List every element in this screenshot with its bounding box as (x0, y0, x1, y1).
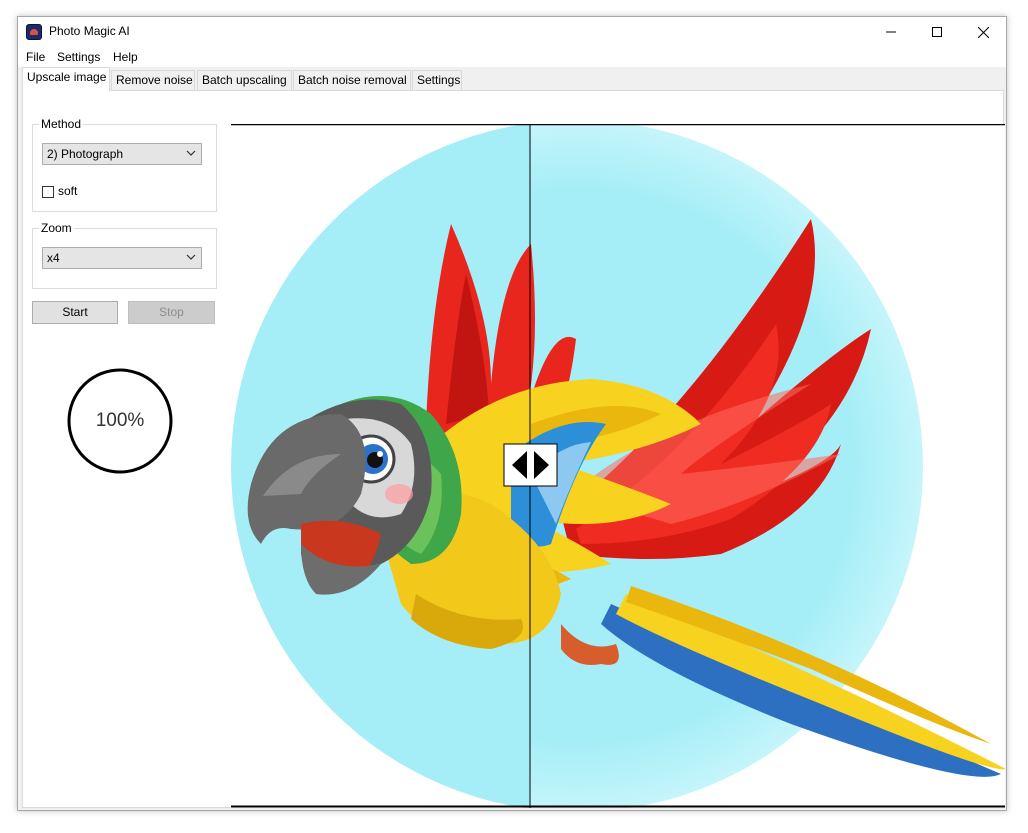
soft-checkbox-label[interactable]: soft (58, 184, 77, 198)
method-legend: Method (39, 117, 84, 131)
zoom-groupbox: Zoom x4 (32, 221, 217, 289)
zoom-legend: Zoom (39, 221, 74, 235)
chevron-down-icon (186, 254, 196, 260)
method-groupbox: Method 2) Photograph soft (32, 117, 217, 212)
menu-file[interactable]: File (26, 50, 45, 64)
minimize-button[interactable] (868, 17, 914, 47)
window-title: Photo Magic AI (49, 24, 130, 38)
close-button[interactable] (960, 17, 1006, 47)
tab-batch-upscaling[interactable]: Batch upscaling (197, 70, 292, 90)
tab-remove-noise[interactable]: Remove noise (111, 70, 195, 90)
tab-batch-noise-removal[interactable]: Batch noise removal (293, 70, 411, 90)
title-bar[interactable]: Photo Magic AI (18, 17, 1006, 47)
method-selected-value: 2) Photograph (47, 147, 124, 161)
maximize-icon (932, 27, 942, 37)
close-icon (977, 26, 989, 38)
image-preview[interactable] (231, 124, 1005, 808)
maximize-button[interactable] (914, 17, 960, 47)
menu-help[interactable]: Help (113, 50, 138, 64)
app-window: Photo Magic AI File Settings Help Upscal… (17, 16, 1007, 811)
tab-content-panel: Method 2) Photograph soft Zoom x4 Start … (22, 90, 1005, 808)
soft-checkbox[interactable] (42, 186, 54, 198)
tab-strip: Upscale image Remove noise Batch upscali… (18, 67, 1006, 91)
tab-upscale-image[interactable]: Upscale image (22, 67, 110, 91)
split-handle[interactable] (503, 443, 558, 487)
zoom-selected-value: x4 (47, 251, 60, 265)
start-button[interactable]: Start (32, 301, 118, 324)
app-icon (26, 24, 42, 40)
stop-button[interactable]: Stop (128, 301, 215, 324)
zoom-select[interactable]: x4 (42, 247, 202, 269)
tab-settings[interactable]: Settings (412, 70, 462, 90)
chevron-down-icon (186, 150, 196, 156)
menu-bar: File Settings Help (18, 47, 1006, 67)
progress-label: 100% (95, 410, 145, 431)
method-select[interactable]: 2) Photograph (42, 143, 202, 165)
menu-settings[interactable]: Settings (57, 50, 100, 64)
minimize-icon (886, 31, 896, 33)
